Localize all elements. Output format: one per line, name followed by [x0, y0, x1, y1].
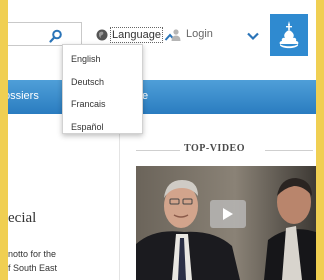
divider: [265, 150, 313, 151]
logo[interactable]: [270, 14, 308, 56]
play-button[interactable]: [210, 200, 246, 228]
search-input[interactable]: [8, 22, 82, 46]
chevron-down-icon[interactable]: [246, 28, 260, 41]
play-icon: [223, 208, 233, 220]
column-divider: [119, 118, 120, 280]
divider: [136, 150, 180, 151]
nav-item-dossiers[interactable]: ossiers: [8, 90, 39, 102]
section-title: TOP-VIDEO: [184, 143, 245, 154]
page: Language Login ossier: [8, 0, 316, 280]
globe-icon: [96, 28, 108, 41]
article-text: f South East: [8, 263, 58, 273]
search-icon[interactable]: [49, 29, 63, 43]
language-option-english[interactable]: English: [63, 51, 142, 74]
article-text: notto for the: [8, 249, 57, 259]
language-label[interactable]: Language: [110, 27, 163, 43]
language-option-francais[interactable]: Francais: [63, 96, 142, 119]
logo-icon: [279, 21, 299, 49]
person-icon: [171, 28, 181, 41]
language-menu: English Deutsch Francais Español: [62, 44, 143, 134]
article-heading[interactable]: ecial: [8, 210, 36, 227]
language-option-deutsch[interactable]: Deutsch: [63, 74, 142, 97]
main-nav: ossiers e: [8, 80, 316, 114]
language-option-espanol[interactable]: Español: [63, 119, 142, 142]
video-thumbnail[interactable]: [136, 166, 316, 280]
login-label[interactable]: Login: [186, 27, 213, 41]
